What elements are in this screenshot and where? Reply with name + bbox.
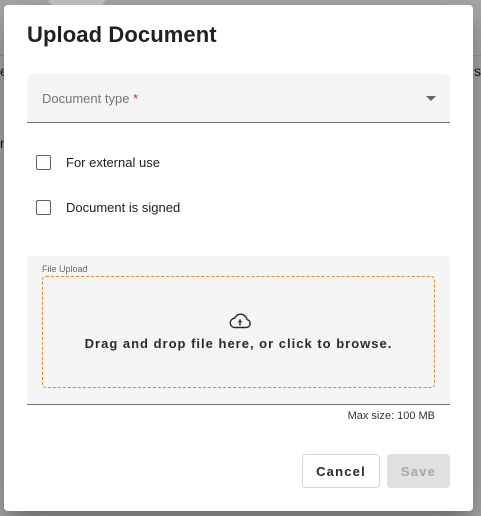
file-drop-zone[interactable]: Drag and drop file here, or click to bro…	[42, 276, 435, 388]
document-signed-checkbox[interactable]	[36, 199, 51, 215]
max-size-hint: Max size: 100 MB	[347, 410, 435, 422]
background-text-right: s	[474, 63, 481, 79]
required-marker: *	[133, 91, 139, 106]
document-type-select[interactable]: Document type *	[27, 74, 450, 123]
document-signed-label: Document is signed	[66, 199, 181, 215]
save-button[interactable]: Save	[387, 454, 450, 488]
external-use-checkbox[interactable]	[36, 154, 51, 170]
external-use-label: For external use	[66, 154, 160, 170]
file-upload-field: File Upload Drag and drop file here, or …	[27, 256, 450, 405]
upload-document-dialog: Upload Document Document type * For exte…	[4, 5, 473, 511]
dropdown-arrow-icon	[426, 96, 436, 101]
document-signed-checkbox-row[interactable]: Document is signed	[36, 197, 180, 217]
drop-zone-text: Drag and drop file here, or click to bro…	[84, 336, 393, 351]
cloud-upload-icon	[229, 313, 251, 329]
dialog-title: Upload Document	[27, 22, 217, 47]
external-use-checkbox-row[interactable]: For external use	[36, 152, 160, 172]
document-type-label: Document type *	[42, 91, 139, 106]
cancel-button[interactable]: Cancel	[302, 454, 380, 488]
file-upload-label: File Upload	[42, 264, 88, 274]
